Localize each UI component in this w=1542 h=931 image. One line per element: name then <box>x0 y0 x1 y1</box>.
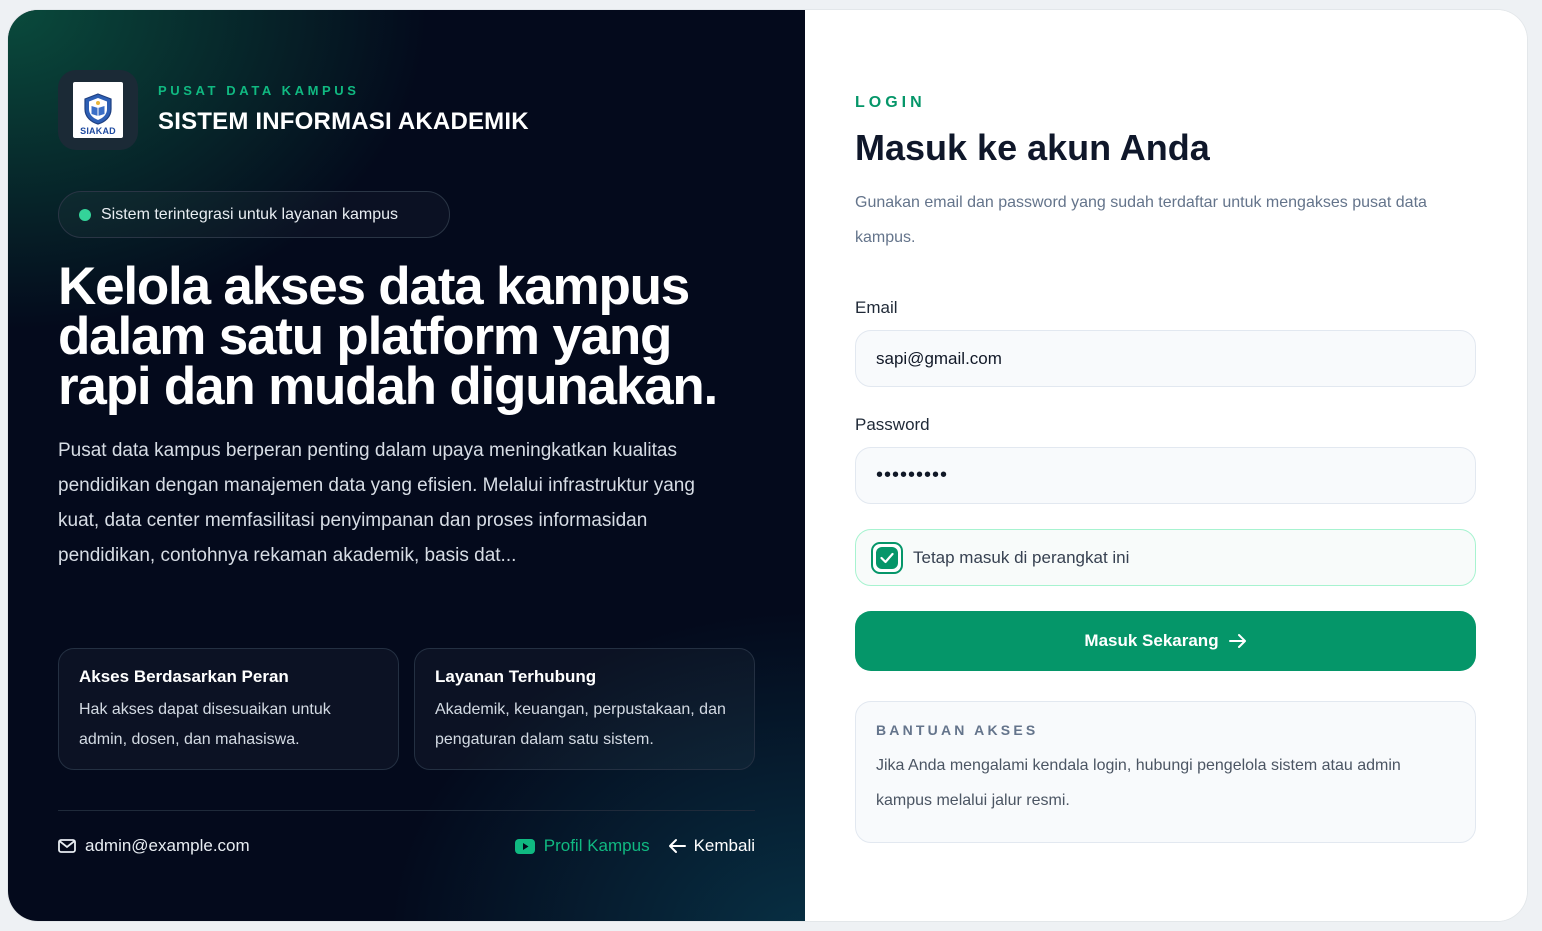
status-pill: Sistem terintegrasi untuk layanan kampus <box>58 191 450 238</box>
hero-headline: Kelola akses data kampus dalam satu plat… <box>58 257 718 416</box>
email-label: Email <box>855 298 898 317</box>
profile-link-text: Profil Kampus <box>543 836 650 855</box>
login-submit-button[interactable]: Masuk Sekarang <box>855 611 1476 671</box>
status-dot-icon <box>79 208 91 221</box>
login-card: SIAKAD PUSAT DATA KAMPUS SISTEM INFORMAS… <box>8 10 1527 921</box>
submit-label: Masuk Sekarang <box>1084 631 1219 650</box>
checkbox-fill <box>876 546 898 569</box>
password-label: Password <box>855 415 930 434</box>
help-box: BANTUAN AKSES Jika Anda mengalami kendal… <box>855 701 1476 843</box>
feature-card-services: Layanan Terhubung Akademik, keuangan, pe… <box>414 648 755 770</box>
check-icon <box>880 552 894 563</box>
footer-divider <box>58 810 755 811</box>
feature-body: Akademik, keuangan, perpustakaan, dan pe… <box>435 701 726 748</box>
remember-checkbox[interactable] <box>871 541 903 574</box>
email-field[interactable] <box>855 330 1476 387</box>
arrow-right-icon <box>1228 634 1246 648</box>
contact-email-text: admin@example.com <box>85 836 250 855</box>
hero-description: Pusat data kampus berperan penting dalam… <box>58 440 695 566</box>
profile-link[interactable]: Profil Kampus <box>514 836 650 856</box>
back-link-text: Kembali <box>693 836 755 855</box>
feature-title: Layanan Terhubung <box>435 667 597 686</box>
contact-email[interactable]: admin@example.com <box>58 836 250 856</box>
logo-text: SIAKAD <box>80 126 116 136</box>
brand-eyebrow: PUSAT DATA KAMPUS <box>158 83 360 98</box>
login-panel: LOGIN Masuk ke akun Anda Gunakan email d… <box>805 10 1527 921</box>
shield-book-icon <box>84 93 112 125</box>
siakad-logo-icon: SIAKAD <box>73 82 123 138</box>
footer-links: Profil Kampus Kembali <box>514 836 755 856</box>
mail-icon <box>58 839 76 853</box>
login-title: Masuk ke akun Anda <box>855 127 1210 168</box>
back-link[interactable]: Kembali <box>668 836 755 856</box>
info-panel: SIAKAD PUSAT DATA KAMPUS SISTEM INFORMAS… <box>8 10 805 921</box>
remember-label: Tetap masuk di perangkat ini <box>913 547 1130 567</box>
feature-card-roles: Akses Berdasarkan Peran Hak akses dapat … <box>58 648 399 770</box>
password-field[interactable] <box>855 447 1476 504</box>
logo-container: SIAKAD <box>58 70 138 150</box>
remember-me-option[interactable]: Tetap masuk di perangkat ini <box>855 529 1476 586</box>
feature-body: Hak akses dapat disesuaikan untuk admin,… <box>79 701 331 748</box>
brand-title: SISTEM INFORMASI AKADEMIK <box>158 108 529 135</box>
login-subtitle: Gunakan email dan password yang sudah te… <box>855 194 1427 246</box>
help-body: Jika Anda mengalami kendala login, hubun… <box>876 757 1401 809</box>
status-pill-text: Sistem terintegrasi untuk layanan kampus <box>101 205 399 223</box>
login-eyebrow: LOGIN <box>855 94 926 111</box>
arrow-left-icon <box>668 839 686 853</box>
help-title: BANTUAN AKSES <box>876 722 1039 738</box>
youtube-icon <box>514 838 535 854</box>
feature-title: Akses Berdasarkan Peran <box>79 667 289 686</box>
